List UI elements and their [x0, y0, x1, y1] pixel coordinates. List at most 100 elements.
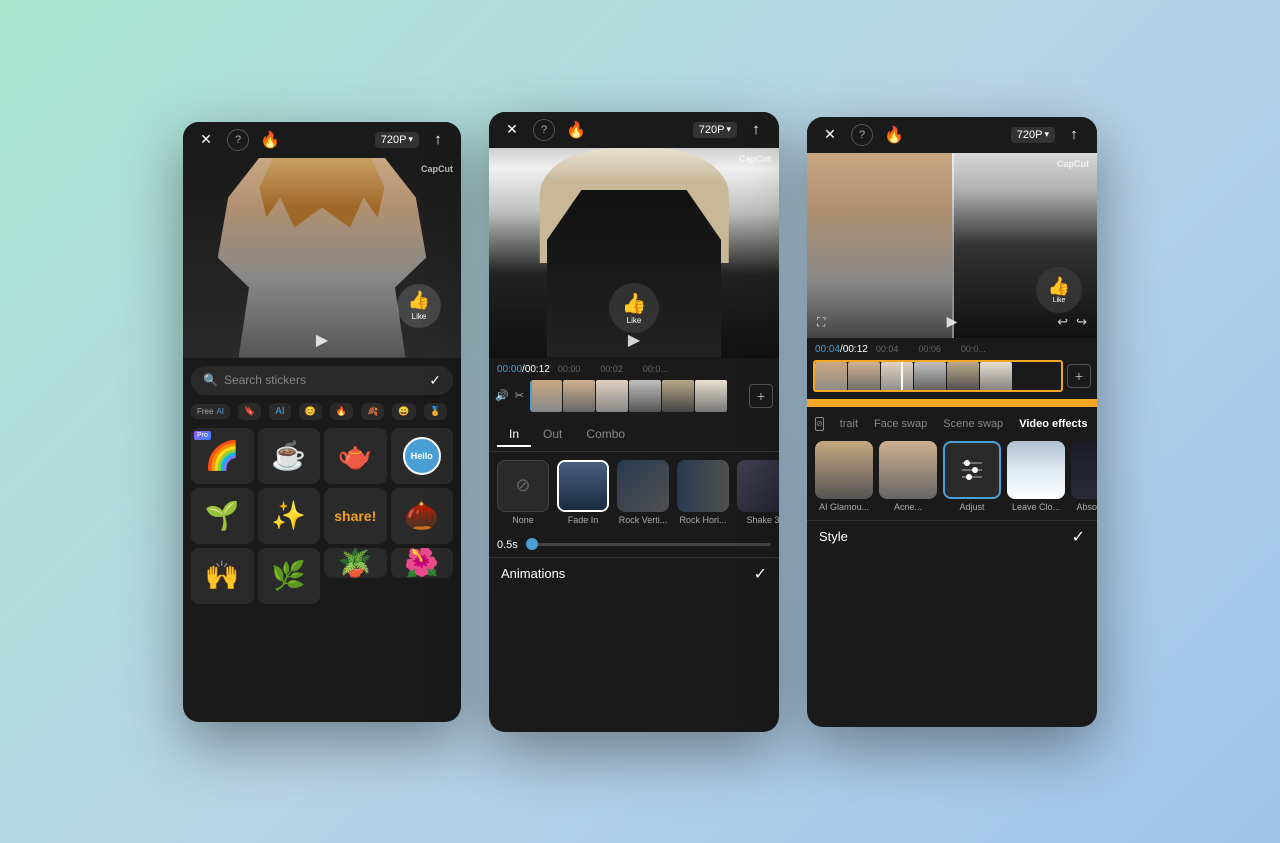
redo-btn[interactable]: ↪ — [1076, 314, 1087, 330]
sticker-teapot[interactable]: 🫖 — [324, 428, 387, 484]
like-label-2: Like — [627, 316, 642, 325]
sticker-rainbow[interactable]: Pro 🌈 — [191, 428, 254, 484]
tab-combo[interactable]: Combo — [574, 423, 637, 447]
export-icon[interactable]: ↑ — [427, 129, 449, 151]
timeline-track-3: + — [807, 357, 1097, 395]
ve-thumb-leaveclo — [1007, 441, 1065, 499]
add-clip-btn[interactable]: + — [749, 384, 773, 408]
track-frame-3a — [815, 362, 847, 392]
sticker-extra2[interactable]: 🪴 — [324, 548, 387, 578]
sticker-categories: Free AI 🔖 AI 😊 🔥 🍂 😄 🏅 — [191, 403, 453, 420]
thumb-icon-3: 👍 — [1048, 276, 1070, 297]
export-icon-2[interactable]: ↑ — [745, 119, 767, 141]
flame-icon-3: 🔥 — [883, 124, 905, 146]
quality-badge-3[interactable]: 720P — [1011, 127, 1055, 143]
quality-badge-2[interactable]: 720P — [693, 122, 737, 138]
undo-redo: ↩ ↪ — [1057, 314, 1087, 330]
cat-fire[interactable]: 🔥 — [330, 403, 353, 420]
anim-tabs: In Out Combo — [489, 419, 779, 452]
help-icon[interactable]: ? — [227, 129, 249, 151]
audio-icon-2: 🔊 — [495, 389, 509, 402]
watermark-2: CapCut — [739, 154, 771, 164]
sticker-extra1[interactable]: 🌿 — [258, 548, 321, 604]
check-icon-1[interactable]: ✓ — [429, 372, 441, 389]
play-button-2[interactable]: ▶ — [628, 330, 640, 350]
ve-visual-aiglamour — [815, 441, 873, 499]
sticker-acorn[interactable]: 🌰 — [391, 488, 454, 544]
anim-footer: Animations ✓ — [489, 557, 779, 590]
ve-effect-adjust[interactable]: Adjust — [943, 441, 1001, 512]
sticker-stars[interactable]: ✨ — [258, 488, 321, 544]
cat-smile[interactable]: 😄 — [392, 403, 415, 420]
ruler-mark-3b: 00:06 — [918, 344, 941, 354]
topbar-right-2: 720P ↑ — [693, 119, 767, 141]
effect-none[interactable]: ⊘ None — [497, 460, 549, 525]
anim-footer-label: Animations — [501, 566, 565, 581]
track-frame-3 — [596, 380, 628, 412]
fullscreen-btn[interactable]: ⛶ — [817, 315, 825, 330]
check-icon-2[interactable]: ✓ — [754, 564, 767, 584]
search-text: Search stickers — [224, 373, 429, 387]
add-clip-btn-3[interactable]: + — [1067, 364, 1091, 388]
sticker-coffee[interactable]: ☕ — [258, 428, 321, 484]
play-button-3[interactable]: ▶ — [947, 313, 958, 330]
search-bar[interactable]: 🔍 Search stickers ✓ — [191, 366, 453, 395]
close-icon-3[interactable]: ✕ — [819, 124, 841, 146]
sticker-hello[interactable]: Hello — [391, 428, 454, 484]
ve-effect-absorbcl[interactable]: Absorb Cl... — [1071, 441, 1097, 512]
topbar-left-3: ✕ ? 🔥 — [819, 124, 905, 146]
ve-effect-leaveclo[interactable]: Leave Clo... — [1007, 441, 1065, 512]
cat-ai[interactable]: AI — [269, 403, 290, 420]
sticker-grid-row3: 🙌 🌿 🪴 🌺 — [191, 548, 453, 604]
topbar-2: ✕ ? 🔥 720P ↑ — [489, 112, 779, 148]
like-sticker-2: 👍 Like — [609, 283, 659, 333]
duration-slider[interactable] — [526, 543, 771, 546]
sticker-grid-row1: Pro 🌈 ☕ 🫖 Hello — [191, 428, 453, 484]
video-preview-3: CapCut 👍 Like ⛶ ▶ ↩ ↪ — [807, 153, 1097, 338]
cat-bookmark[interactable]: 🔖 — [238, 403, 261, 420]
close-icon-2[interactable]: ✕ — [501, 119, 523, 141]
sticker-share[interactable]: share! — [324, 488, 387, 544]
playhead-3 — [901, 362, 903, 390]
sticker-plant[interactable]: 🌱 — [191, 488, 254, 544]
export-icon-3[interactable]: ↑ — [1063, 124, 1085, 146]
help-icon-3[interactable]: ? — [851, 124, 873, 146]
cat-medal[interactable]: 🏅 — [424, 403, 447, 420]
topbar-1: ✕ ? 🔥 720P ↑ — [183, 122, 461, 158]
free-ai-label: Free — [197, 407, 213, 416]
ai-label: AI — [216, 407, 224, 416]
effect-rock-hori[interactable]: Rock Hori... — [677, 460, 729, 525]
ve-tab-trait[interactable]: trait — [834, 415, 864, 433]
ve-thumb-aiglamour — [815, 441, 873, 499]
ve-effect-acne[interactable]: Acne... — [879, 441, 937, 512]
help-icon-2[interactable]: ? — [533, 119, 555, 141]
undo-btn[interactable]: ↩ — [1057, 314, 1068, 330]
sticker-hands[interactable]: 🙌 — [191, 548, 254, 604]
effect-thumb-fadein — [557, 460, 609, 512]
cat-emoji[interactable]: 😊 — [299, 403, 322, 420]
adjust-icon — [957, 455, 987, 485]
effect-fade-in[interactable]: Fade In — [557, 460, 609, 525]
track-frame-5 — [662, 380, 694, 412]
tab-out[interactable]: Out — [531, 423, 574, 447]
tab-in[interactable]: In — [497, 423, 531, 447]
check-icon-3[interactable]: ✓ — [1072, 527, 1085, 547]
block-inner: ⊘ — [816, 419, 823, 428]
style-footer: Style ✓ — [807, 520, 1097, 553]
timeline-yellow-bar — [807, 399, 1097, 407]
cut-icon-2: ✂ — [515, 389, 524, 402]
effect-shake3[interactable]: Shake 3 — [737, 460, 779, 525]
effect-rock-verti[interactable]: Rock Verti... — [617, 460, 669, 525]
timeline-track-2: 🔊 ✂ + — [489, 377, 779, 415]
cat-leaf[interactable]: 🍂 — [361, 403, 384, 420]
ve-tab-videoeffects[interactable]: Video effects — [1013, 415, 1093, 433]
close-icon[interactable]: ✕ — [195, 129, 217, 151]
sticker-extra3[interactable]: 🌺 — [391, 548, 454, 578]
ve-tab-sceneswap[interactable]: Scene swap — [937, 415, 1009, 433]
ve-tab-faceswap[interactable]: Face swap — [868, 415, 933, 433]
ve-effect-aiglamour[interactable]: AI Glamou... — [815, 441, 873, 512]
play-button-1[interactable]: ▶ — [316, 330, 328, 350]
cat-free-ai[interactable]: Free AI — [191, 404, 230, 419]
slider-thumb[interactable] — [526, 538, 538, 550]
quality-badge-1[interactable]: 720P — [375, 132, 419, 148]
